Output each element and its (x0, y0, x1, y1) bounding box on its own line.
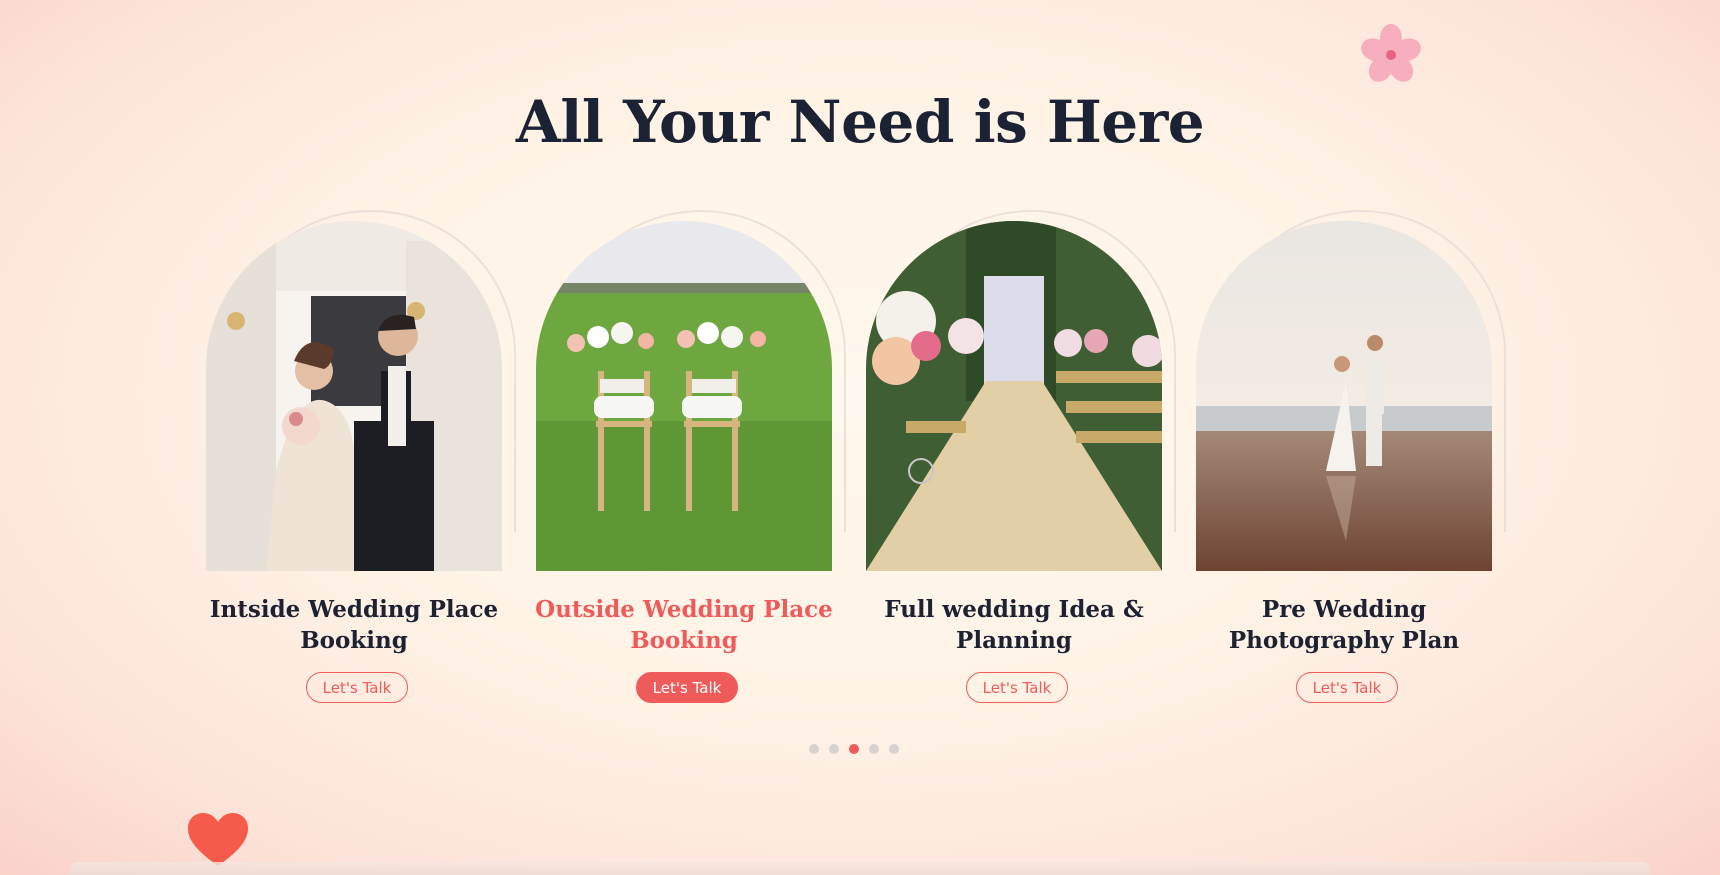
pagination-dot[interactable] (889, 744, 899, 754)
card-title: Intside Wedding Place Booking (209, 596, 499, 654)
services-carousel: Intside Wedding Place Booking Let's Talk (206, 210, 1526, 710)
lets-talk-button[interactable]: Let's Talk (636, 672, 738, 703)
section-title: All Your Need is Here (515, 88, 1205, 156)
lets-talk-button[interactable]: Let's Talk (306, 672, 408, 703)
card-title: Outside Wedding Place Booking (535, 596, 833, 654)
bride-groom-hallway-photo (206, 221, 502, 571)
pagination-dot-active[interactable] (849, 744, 859, 754)
carousel-pagination (809, 744, 899, 754)
garden-chairs-photo (536, 221, 832, 571)
pagination-dot[interactable] (809, 744, 819, 754)
lets-talk-button[interactable]: Let's Talk (1296, 672, 1398, 703)
card-title: Full wedding Idea & Planning (884, 596, 1144, 654)
flower-aisle-photo (866, 221, 1162, 571)
flower-icon (1361, 24, 1421, 82)
pagination-dot[interactable] (869, 744, 879, 754)
lets-talk-button[interactable]: Let's Talk (966, 672, 1068, 703)
heart-icon (188, 813, 248, 866)
footer-edge (70, 862, 1650, 875)
pagination-dot[interactable] (829, 744, 839, 754)
beach-couple-photo (1196, 221, 1492, 571)
card-title: Pre Wedding Photography Plan (1228, 596, 1460, 654)
